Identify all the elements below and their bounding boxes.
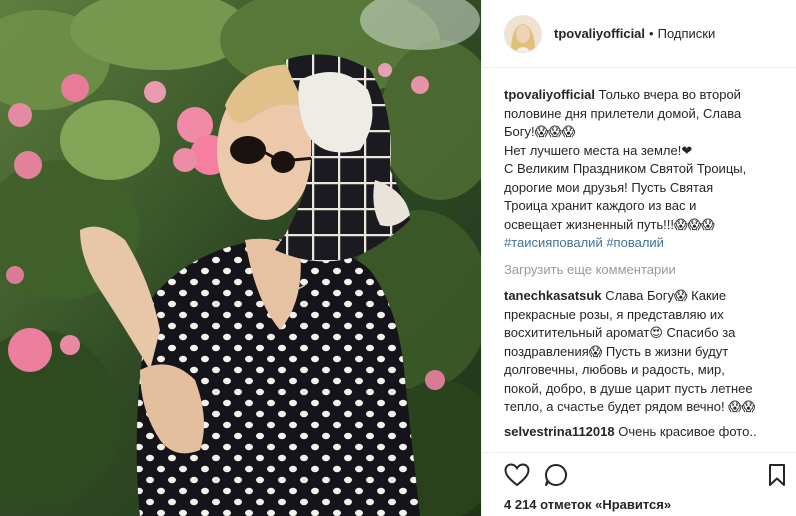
speech-bubble-icon[interactable] <box>544 463 570 487</box>
hashtag-link[interactable]: #повалий <box>606 235 664 250</box>
photo-image <box>0 0 481 516</box>
likes-suffix: отметок «Нравится» <box>540 497 672 512</box>
comment-text: Слава Богу😱 Какие <box>605 288 727 303</box>
hashtag-link[interactable]: #таисияповалий <box>504 235 603 250</box>
post-photo[interactable] <box>0 0 481 516</box>
caption-line: Нет лучшего места на земле!❤ <box>504 142 693 158</box>
caption-line: Богу!😱😱😱 <box>504 124 576 139</box>
header-username[interactable]: tpovaliyofficial <box>554 26 645 41</box>
load-more-comments-button[interactable]: Загрузить еще комментарии <box>504 261 786 280</box>
avatar-image <box>505 15 541 52</box>
comment-item: tanechkasatsuk Слава Богу😱 Какие прекрас… <box>504 287 786 417</box>
avatar[interactable] <box>504 14 542 53</box>
heart-outline-icon[interactable] <box>504 463 530 487</box>
comment-text: долговечны, любовь и радость, мир, <box>504 362 725 377</box>
comment-text: тепло, а счастье будет рядом вечно! 😱😱 <box>504 399 756 414</box>
likes-count[interactable]: 4 214 отметок «Нравится» <box>504 497 671 512</box>
comment-text: прекрасные розы, я представляю их <box>504 306 724 322</box>
comment-item: selvestrina112018 Очень красивое фото.. <box>504 423 786 442</box>
post-header: tpovaliyofficial • Подписки <box>482 0 796 68</box>
caption-line: tpovaliyofficial Только вчера во второй <box>504 87 741 102</box>
comment-username[interactable]: selvestrina112018 <box>504 424 615 439</box>
comments-section: tpovaliyofficial Только вчера во второй … <box>504 86 786 447</box>
caption-line: освещает жизненный путь!!!😱😱😱 <box>504 216 715 232</box>
hashtags: #таисияповалий #повалий <box>504 234 786 253</box>
comment-text: покой, добро, в душе царит пусть летнее <box>504 380 753 396</box>
comment-text: восхитительный аромат😍 Спасибо за <box>504 325 736 340</box>
caption-line: дорогие мои друзья! Пусть Святая <box>504 179 714 195</box>
caption-username[interactable]: tpovaliyofficial <box>504 87 595 102</box>
post-caption: tpovaliyofficial Только вчера во второй … <box>504 86 786 253</box>
caption-line: С Великим Праздником Святой Троицы, <box>504 161 747 176</box>
following-button[interactable]: Подписки <box>658 26 716 41</box>
comment-text: Очень красивое фото.. <box>618 423 757 439</box>
caption-line: Троица хранит каждого из вас и <box>504 198 697 213</box>
header-separator: • <box>649 26 654 41</box>
comment-text: поздравления😱 Пусть в жизни будут <box>504 343 729 359</box>
comment-username[interactable]: tanechkasatsuk <box>504 288 602 303</box>
action-bar <box>482 452 796 492</box>
bookmark-icon[interactable] <box>767 463 793 487</box>
likes-number: 4 214 <box>504 497 537 512</box>
caption-line: половине дня прилетели домой, Слава <box>504 105 742 121</box>
post-sidebar: tpovaliyofficial • Подписки tpovaliyoffi… <box>481 0 796 516</box>
